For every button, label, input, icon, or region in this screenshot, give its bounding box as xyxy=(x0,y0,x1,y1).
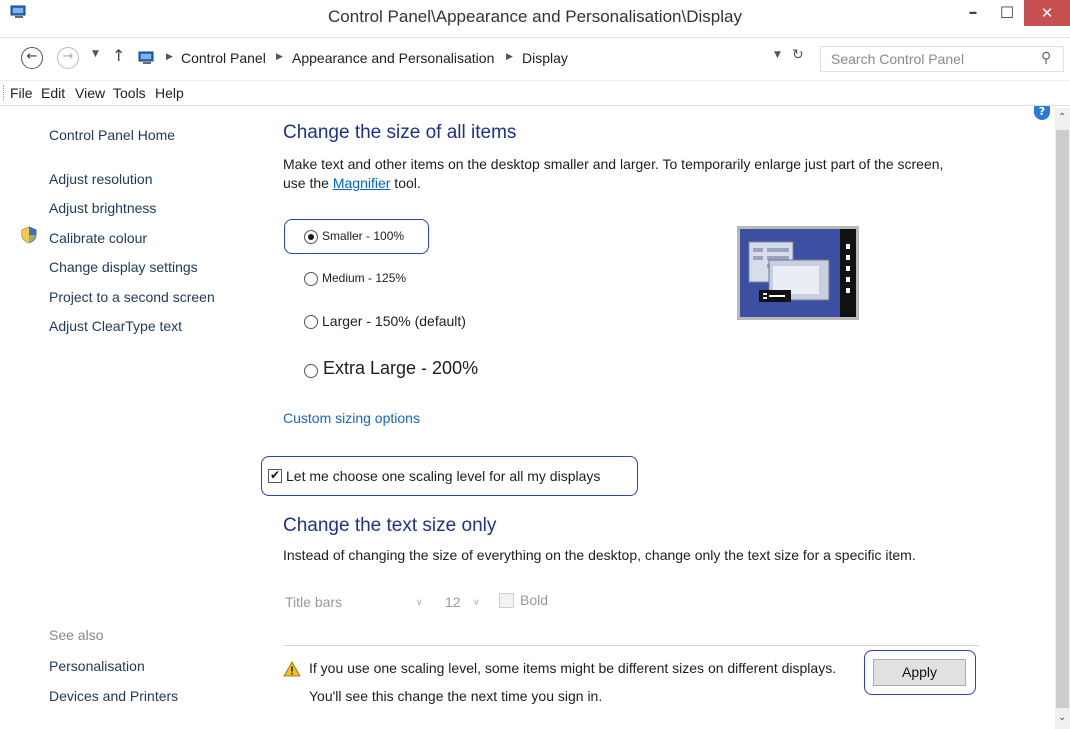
title-bar[interactable]: Control Panel\Appearance and Personalisa… xyxy=(0,0,1070,38)
breadcrumb-display[interactable]: Display xyxy=(522,50,568,66)
chevron-right-icon[interactable]: ▶ xyxy=(166,52,173,62)
radio-label-medium[interactable]: Medium - 125% xyxy=(322,271,406,285)
single-scaling-checkbox[interactable]: ✔ xyxy=(268,469,282,483)
search-input[interactable] xyxy=(821,47,1026,71)
see-also-label: See also xyxy=(49,627,104,643)
breadcrumb-control-panel[interactable]: Control Panel xyxy=(181,50,266,66)
change-display-settings-link[interactable]: Change display settings xyxy=(49,259,198,275)
apply-button[interactable]: Apply xyxy=(873,659,966,686)
scroll-down-icon[interactable]: ⌄ xyxy=(1058,712,1066,723)
warning-text: If you use one scaling level, some items… xyxy=(309,660,837,676)
adjust-brightness-link[interactable]: Adjust brightness xyxy=(49,200,156,216)
radio-label-larger[interactable]: Larger - 150% (default) xyxy=(322,313,466,329)
project-second-screen-link[interactable]: Project to a second screen xyxy=(49,289,215,305)
address-dropdown-icon[interactable]: ▼ xyxy=(774,50,781,60)
radio-larger[interactable] xyxy=(304,315,318,329)
chevron-down-icon: ∨ xyxy=(416,597,423,607)
menu-help[interactable]: Help xyxy=(155,85,184,101)
signin-note: You'll see this change the next time you… xyxy=(309,688,603,704)
recent-locations-icon[interactable]: ▼ xyxy=(92,49,99,59)
refresh-icon[interactable]: ↻ xyxy=(792,47,804,63)
up-arrow-icon[interactable]: ↑ xyxy=(112,46,125,65)
magnifier-link[interactable]: Magnifier xyxy=(333,175,391,191)
personalisation-link[interactable]: Personalisation xyxy=(49,658,145,674)
breadcrumb[interactable]: ▶ Control Panel ▶ Appearance and Persona… xyxy=(130,46,810,72)
back-button[interactable]: ← xyxy=(21,47,43,69)
text-section-description: Instead of changing the size of everythi… xyxy=(283,547,916,563)
chevron-right-icon[interactable]: ▶ xyxy=(506,52,513,62)
size-desc-pre: use the xyxy=(283,175,333,191)
adjust-resolution-link[interactable]: Adjust resolution xyxy=(49,171,153,187)
size-desc-post: tool. xyxy=(390,175,421,191)
text-section-heading: Change the text size only xyxy=(283,515,497,536)
size-select-value: 12 xyxy=(445,594,461,610)
radio-medium[interactable] xyxy=(304,272,318,286)
search-box: ⚲ xyxy=(820,46,1064,72)
menu-tools[interactable]: Tools xyxy=(113,85,146,101)
scroll-up-icon[interactable]: ⌃ xyxy=(1058,112,1066,123)
close-button[interactable]: ✕ xyxy=(1024,0,1070,26)
size-select[interactable]: 12 ∨ xyxy=(443,592,493,616)
breadcrumb-appearance[interactable]: Appearance and Personalisation xyxy=(292,50,494,66)
scroll-thumb[interactable] xyxy=(1056,130,1069,708)
chevron-right-icon[interactable]: ▶ xyxy=(276,52,283,62)
control-panel-icon xyxy=(138,51,154,64)
help-icon[interactable]: ? xyxy=(1034,106,1050,120)
devices-printers-link[interactable]: Devices and Printers xyxy=(49,688,178,704)
bold-checkbox[interactable] xyxy=(499,593,514,608)
display-preview-image xyxy=(737,226,859,320)
menu-edit[interactable]: Edit xyxy=(41,85,65,101)
chevron-down-icon: ∨ xyxy=(473,597,480,607)
radio-smaller[interactable] xyxy=(304,230,318,244)
window-title: Control Panel\Appearance and Personalisa… xyxy=(328,7,742,26)
custom-sizing-link[interactable]: Custom sizing options xyxy=(283,410,420,426)
menu-file[interactable]: File xyxy=(10,85,33,101)
radio-selected-dot xyxy=(308,234,314,240)
single-scaling-label[interactable]: Let me choose one scaling level for all … xyxy=(286,468,600,484)
adjust-cleartype-link[interactable]: Adjust ClearType text xyxy=(49,318,182,334)
size-section-heading: Change the size of all items xyxy=(283,122,517,143)
menu-bar: File Edit View Tools Help xyxy=(0,80,1070,106)
minimize-button[interactable]: – xyxy=(956,0,990,26)
menu-view[interactable]: View xyxy=(75,85,105,101)
bold-label[interactable]: Bold xyxy=(520,592,548,608)
warning-icon xyxy=(283,661,301,677)
divider xyxy=(283,645,978,646)
menu-grip xyxy=(3,85,5,101)
item-select-value: Title bars xyxy=(285,594,343,610)
control-panel-home-link[interactable]: Control Panel Home xyxy=(49,127,175,143)
calibrate-colour-link[interactable]: Calibrate colour xyxy=(49,230,147,246)
radio-extra-large[interactable] xyxy=(304,364,318,378)
search-icon[interactable]: ⚲ xyxy=(1041,50,1051,66)
maximize-button[interactable]: ☐ xyxy=(990,0,1024,26)
item-select[interactable]: Title bars ∨ xyxy=(283,592,433,616)
radio-label-extra-large[interactable]: Extra Large - 200% xyxy=(323,358,478,379)
forward-button[interactable]: → xyxy=(57,47,79,69)
radio-label-smaller[interactable]: Smaller - 100% xyxy=(322,229,404,243)
size-desc-line1: Make text and other items on the desktop… xyxy=(283,156,944,172)
size-section-description: Make text and other items on the desktop… xyxy=(283,155,1003,193)
shield-icon xyxy=(21,226,37,244)
